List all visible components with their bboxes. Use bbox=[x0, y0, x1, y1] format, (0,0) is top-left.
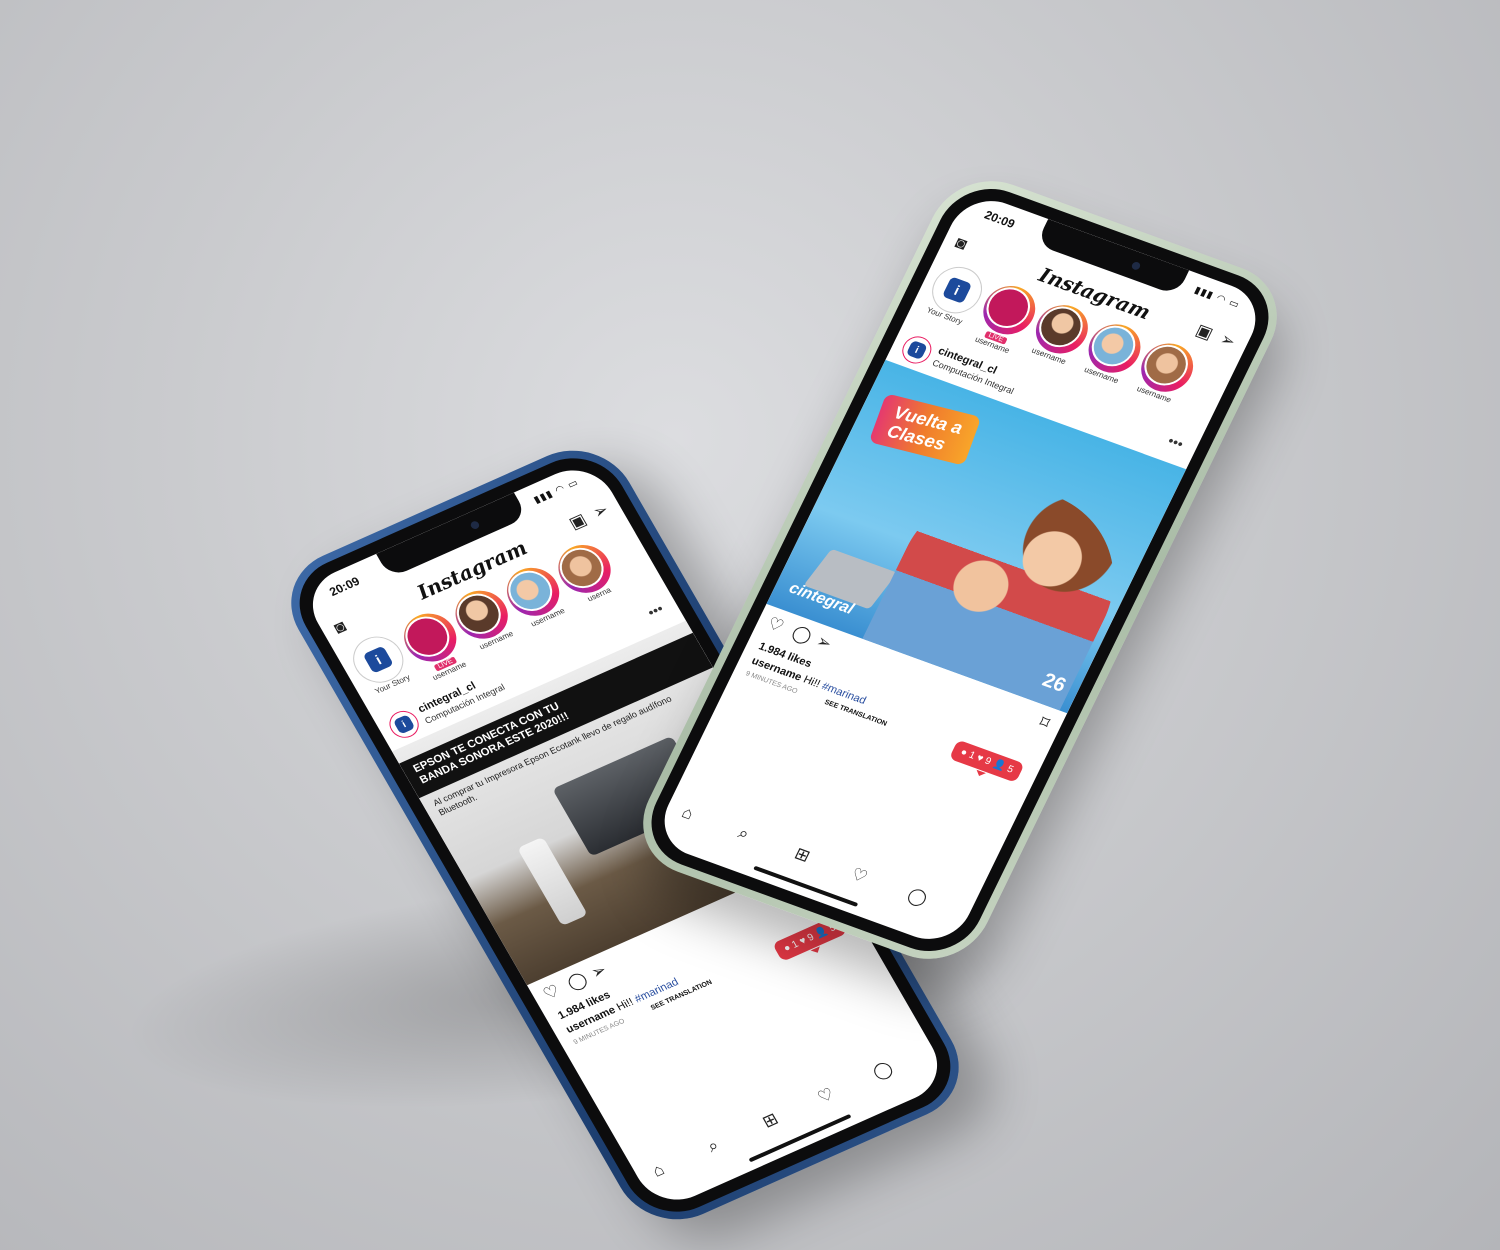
headline-badge: Vuelta a Clases bbox=[868, 393, 982, 466]
home-icon[interactable]: ⌂ bbox=[678, 803, 697, 825]
brand-logo-icon: i bbox=[362, 645, 394, 674]
heart-icon[interactable]: ♡ bbox=[814, 1084, 838, 1108]
post-avatar[interactable]: i bbox=[897, 332, 937, 368]
search-icon[interactable]: ⌕ bbox=[735, 823, 752, 844]
follow-count-icon: 👤 bbox=[813, 925, 831, 941]
home-icon[interactable]: ⌂ bbox=[649, 1160, 668, 1182]
heart-icon[interactable]: ♡ bbox=[847, 864, 871, 887]
caption-text: Hi!! bbox=[614, 996, 636, 1014]
add-icon[interactable]: ⊞ bbox=[791, 844, 814, 867]
activity-notification[interactable]: ● 1 ♥ 9 👤 5 bbox=[948, 739, 1025, 783]
profile-icon[interactable]: ◯ bbox=[869, 1058, 896, 1083]
phone-green: 20:09 ▮▮▮ ◠ ▭ ◙ Instagram ▣ ➢ i Your Sto… bbox=[623, 165, 1297, 975]
more-icon[interactable]: ••• bbox=[1165, 432, 1186, 451]
brand-logo-icon: i bbox=[941, 276, 973, 304]
status-time: 20:09 bbox=[982, 207, 1018, 232]
brand-logo-icon: i bbox=[392, 714, 416, 735]
add-icon[interactable]: ⊞ bbox=[759, 1109, 782, 1132]
comment-icon[interactable]: ◯ bbox=[788, 622, 815, 647]
front-camera bbox=[1130, 260, 1142, 271]
status-icons: ▮▮▮ ◠ ▭ bbox=[1192, 284, 1242, 312]
heart-icon[interactable]: ♡ bbox=[764, 614, 787, 637]
comment-icon[interactable]: ◯ bbox=[564, 969, 591, 994]
search-icon[interactable]: ⌕ bbox=[704, 1136, 723, 1157]
status-time: 20:09 bbox=[326, 574, 363, 599]
send-icon[interactable]: ➢ bbox=[813, 631, 835, 654]
post-avatar[interactable]: i bbox=[384, 706, 424, 743]
profile-icon[interactable]: ◯ bbox=[904, 885, 930, 910]
brand-logo-icon: i bbox=[905, 340, 928, 360]
bookmark-icon[interactable]: ⌑ bbox=[1036, 713, 1053, 734]
status-icons: ▮▮▮ ◠ ▭ bbox=[532, 477, 581, 506]
follow-count: 5 bbox=[1004, 763, 1016, 776]
front-camera bbox=[469, 520, 481, 531]
speaker-image bbox=[517, 836, 588, 927]
more-icon[interactable]: ••• bbox=[645, 600, 667, 620]
phone-screen: 20:09 ▮▮▮ ◠ ▭ ◙ Instagram ▣ ➢ i Your Sto… bbox=[650, 189, 1270, 951]
caption-text: Hi!! bbox=[801, 673, 823, 691]
heart-icon[interactable]: ♡ bbox=[540, 981, 564, 1005]
send-icon[interactable]: ➢ bbox=[587, 960, 610, 983]
